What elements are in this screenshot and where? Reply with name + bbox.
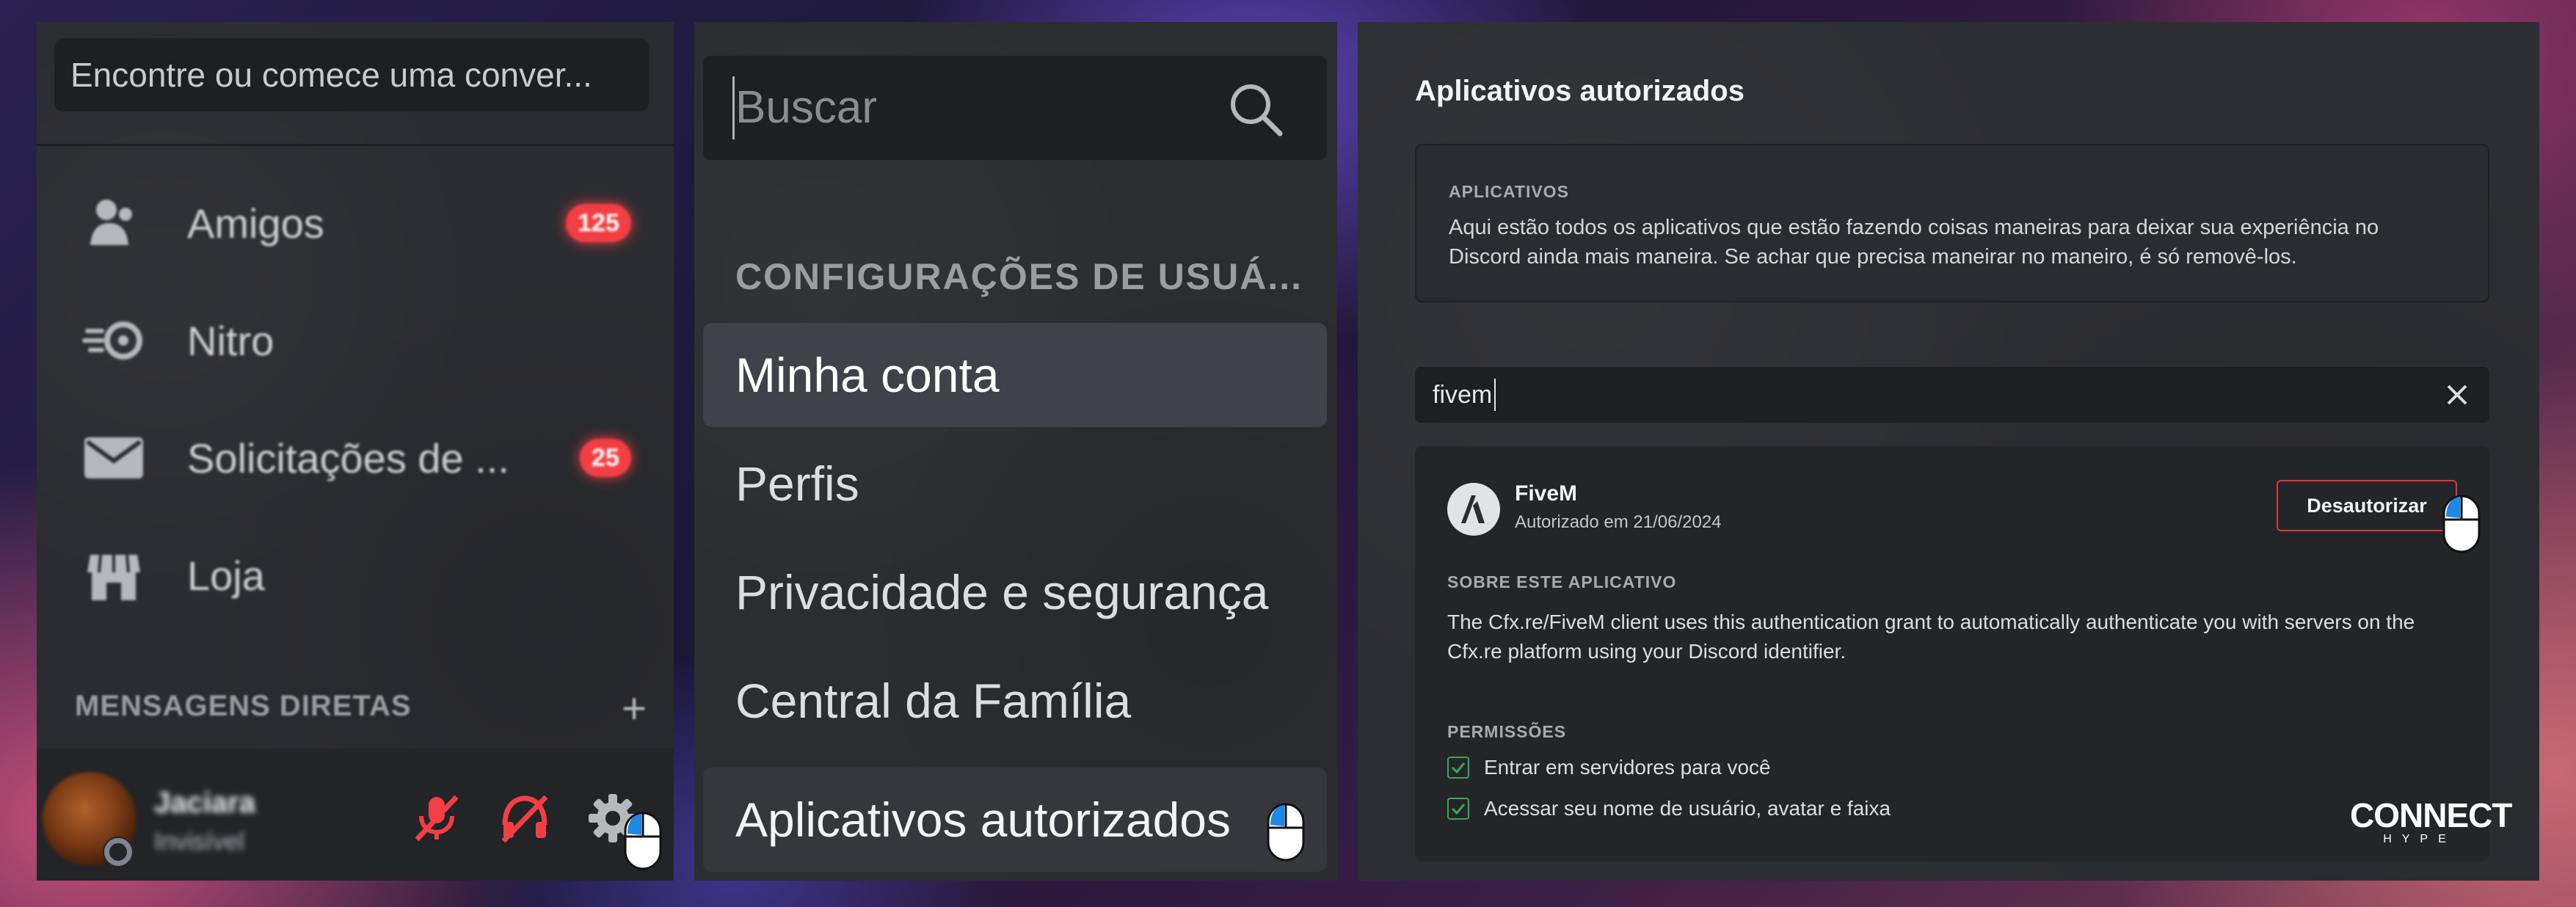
plus-icon[interactable]: + <box>622 684 647 733</box>
brand-main: CONNECT <box>2350 796 2512 834</box>
permissions-label: PERMISSÕES <box>1447 722 1567 741</box>
app-name: FiveM <box>1515 481 1578 506</box>
status-invisible-icon <box>103 837 134 867</box>
dm-sidebar-panel: Encontre ou comece uma conver... Amigos … <box>37 22 674 881</box>
settings-item-authorized-apps[interactable]: Aplicativos autorizados <box>703 768 1327 872</box>
notification-badge: 125 <box>566 204 631 242</box>
direct-messages-header: MENSAGENS DIRETAS + <box>75 685 647 734</box>
search-placeholder: Buscar <box>735 82 877 133</box>
conversation-search-input[interactable]: Encontre ou comece uma conver... <box>54 38 649 112</box>
settings-item-privacy[interactable]: Privacidade e segurança <box>703 540 1327 644</box>
close-icon[interactable] <box>2444 382 2470 408</box>
info-description: Aqui estão todos os aplicativos que estã… <box>1449 216 2379 269</box>
check-icon <box>1447 798 1469 820</box>
text-caret <box>1494 379 1496 411</box>
notification-badge: 25 <box>580 439 631 477</box>
app-card: FiveM Autorizado em 21/06/2024 Desautori… <box>1415 446 2512 862</box>
sidebar-item-message-requests[interactable]: Solicitações de ... 25 <box>37 414 674 502</box>
mic-muted-icon[interactable] <box>404 785 470 851</box>
page-title: Aplicativos autorizados <box>1415 75 1744 107</box>
brand-sub: HYPE <box>2383 833 2456 845</box>
sidebar-item-shop[interactable]: Loja <box>37 531 674 619</box>
sidebar-item-label: Solicitações de ... <box>187 434 509 481</box>
mouse-click-icon <box>1267 803 1305 862</box>
username: Jaciara <box>154 787 255 819</box>
sidebar-item-nitro[interactable]: Nitro <box>37 296 674 385</box>
apps-info-box: APLICATIVOS Aqui estão todos os aplicati… <box>1415 144 2489 302</box>
divider <box>37 144 674 146</box>
headset-muted-icon[interactable] <box>492 785 558 851</box>
mouse-click-icon <box>624 812 662 870</box>
app-authorized-date: Autorizado em 21/06/2024 <box>1515 512 1722 532</box>
direct-messages-label: MENSAGENS DIRETAS <box>75 690 412 722</box>
user-panel: Jaciara Invisível <box>37 748 674 881</box>
sidebar-item-friends[interactable]: Amigos 125 <box>37 179 674 267</box>
check-icon <box>1447 757 1469 779</box>
settings-item-family-center[interactable]: Central da Família <box>703 649 1327 753</box>
info-label: APLICATIVOS <box>1449 182 1569 201</box>
apps-filter-input[interactable]: fivem <box>1415 367 2489 423</box>
brand-logo: CONNECT HYPE <box>2350 796 2512 847</box>
user-status: Invisível <box>154 828 244 856</box>
search-icon[interactable] <box>1226 79 1284 138</box>
settings-search-input[interactable]: Buscar <box>703 56 1327 160</box>
about-app-label: SOBRE ESTE APLICATIVO <box>1447 572 1677 591</box>
settings-sidebar-panel: Buscar CONFIGURAÇÕES DE USUÁ... Minha co… <box>694 22 1337 881</box>
nitro-icon <box>81 307 147 374</box>
text-caret <box>732 76 735 139</box>
about-app-text: The Cfx.re/FiveM client uses this authen… <box>1447 611 2415 663</box>
filter-value: fivem <box>1433 381 1493 409</box>
shop-icon <box>81 542 147 608</box>
sidebar-item-label: Nitro <box>187 317 274 364</box>
permission-item: Entrar em servidores para você <box>1447 753 1771 782</box>
permission-label: Entrar em servidores para você <box>1484 756 1771 779</box>
fivem-logo-icon <box>1447 483 1500 536</box>
sidebar-item-label: Loja <box>187 552 265 599</box>
friends-icon <box>81 190 147 256</box>
permission-label: Acessar seu nome de usuário, avatar e fa… <box>1484 797 1891 820</box>
deauthorize-button[interactable]: Desautorizar <box>2277 480 2457 531</box>
settings-section-title: CONFIGURAÇÕES DE USUÁ... <box>735 256 1303 297</box>
authorized-apps-panel: Aplicativos autorizados APLICATIVOS Aqui… <box>1358 22 2539 881</box>
settings-item-my-account[interactable]: Minha conta <box>703 323 1327 427</box>
settings-item-profiles[interactable]: Perfis <box>703 431 1327 536</box>
message-requests-icon <box>81 425 147 491</box>
mouse-click-icon <box>2442 495 2481 553</box>
permission-item: Acessar seu nome de usuário, avatar e fa… <box>1447 794 1891 823</box>
sidebar-item-label: Amigos <box>187 200 324 247</box>
